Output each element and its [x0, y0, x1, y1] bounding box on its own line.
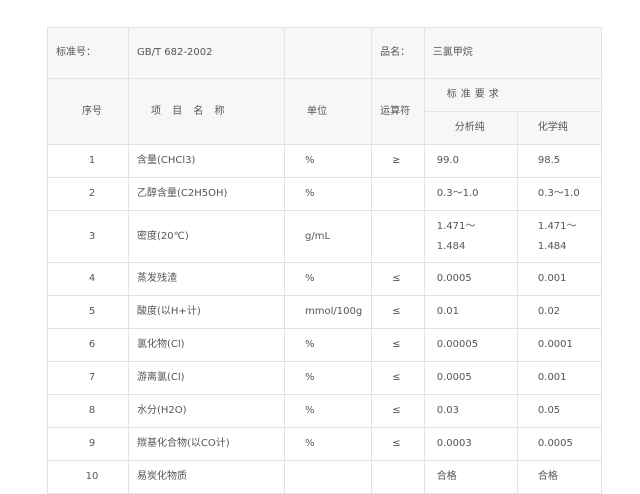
- row-item: 密度(20℃): [128, 210, 285, 263]
- row-ar-value: 0.0005: [423, 262, 518, 296]
- row-operator: ≤: [371, 295, 425, 329]
- table-row: 7 游离氯(Cl) % ≤ 0.0005 0.001: [46, 361, 603, 395]
- spec-table-body: 标准号： GB/T 682-2002 品名： 三氯甲烷 序号 项 目 名 称 单…: [46, 27, 603, 494]
- row-operator: ≤: [371, 328, 425, 362]
- col-no-header: 序号: [46, 78, 130, 145]
- row-item: 氯化物(Cl): [128, 328, 285, 362]
- row-cp-value: 0.0001: [516, 328, 603, 362]
- row-operator: [371, 460, 425, 494]
- row-item: 游离氯(Cl): [128, 361, 285, 395]
- table-row: 1 含量(CHCl3) % ≥ 99.0 98.5: [46, 144, 603, 178]
- row-operator: ≤: [371, 361, 425, 395]
- row-cp-value: 0.0005: [516, 427, 603, 461]
- row-no: 5: [46, 295, 130, 329]
- table-row: 9 羰基化合物(以CO计) % ≤ 0.0003 0.0005: [46, 427, 603, 461]
- table-row: 4 蒸发残渣 % ≤ 0.0005 0.001: [46, 262, 603, 296]
- row-unit: %: [283, 361, 373, 395]
- row-operator: ≤: [371, 394, 425, 428]
- product-name-value: 三氯甲烷: [423, 27, 603, 79]
- row-ar-value: 0.3～1.0: [423, 177, 518, 211]
- row-ar-value: 0.0003: [423, 427, 518, 461]
- row-operator: ≥: [371, 144, 425, 178]
- product-name-label: 品名：: [371, 27, 425, 79]
- row-item: 酸度(以H+计): [128, 295, 285, 329]
- col-requirement-header: 标准要求: [423, 78, 603, 112]
- col-unit-header: 单位: [283, 78, 373, 145]
- row-cp-value: 0.02: [516, 295, 603, 329]
- row-operator: ≤: [371, 427, 425, 461]
- row-operator: [371, 210, 425, 263]
- row-ar-value: 0.03: [423, 394, 518, 428]
- row-item: 乙醇含量(C2H5OH): [128, 177, 285, 211]
- row-unit: %: [283, 177, 373, 211]
- row-no: 10: [46, 460, 130, 494]
- grade-cp-header: 化学纯: [516, 111, 603, 145]
- table-row: 3 密度(20℃) g/mL 1.471～1.484 1.471～1.484: [46, 210, 603, 263]
- row-cp-value: 合格: [516, 460, 603, 494]
- row-cp-value: 98.5: [516, 144, 603, 178]
- row-unit: mmol/100g: [283, 295, 373, 329]
- row-cp-value: 1.471～1.484: [516, 210, 603, 263]
- table-row: 5 酸度(以H+计) mmol/100g ≤ 0.01 0.02: [46, 295, 603, 329]
- row-cp-value: 0.001: [516, 262, 603, 296]
- row-no: 9: [46, 427, 130, 461]
- row-ar-value: 合格: [423, 460, 518, 494]
- row-unit: %: [283, 262, 373, 296]
- row-unit: g/mL: [283, 210, 373, 263]
- standard-number-label: 标准号：: [46, 27, 130, 79]
- row-ar-value: 1.471～1.484: [423, 210, 518, 263]
- row-ar-value: 0.0005: [423, 361, 518, 395]
- row-ar-value: 0.01: [423, 295, 518, 329]
- standard-row: 标准号： GB/T 682-2002 品名： 三氯甲烷: [46, 27, 603, 79]
- row-cp-value: 0.05: [516, 394, 603, 428]
- row-unit: %: [283, 328, 373, 362]
- grade-ar-header: 分析纯: [423, 111, 518, 145]
- row-unit: [283, 460, 373, 494]
- row-item: 水分(H2O): [128, 394, 285, 428]
- row-cp-value: 0.3～1.0: [516, 177, 603, 211]
- row-operator: [371, 177, 425, 211]
- row-no: 8: [46, 394, 130, 428]
- row-operator: ≤: [371, 262, 425, 296]
- table-row: 8 水分(H2O) % ≤ 0.03 0.05: [46, 394, 603, 428]
- table-row: 6 氯化物(Cl) % ≤ 0.00005 0.0001: [46, 328, 603, 362]
- row-ar-value: 0.00005: [423, 328, 518, 362]
- col-operator-header: 运算符: [371, 78, 425, 145]
- row-unit: %: [283, 144, 373, 178]
- row-cp-value: 0.001: [516, 361, 603, 395]
- row-no: 7: [46, 361, 130, 395]
- row-item: 羰基化合物(以CO计): [128, 427, 285, 461]
- blank-cell: [283, 27, 373, 79]
- row-item: 蒸发残渣: [128, 262, 285, 296]
- row-no: 1: [46, 144, 130, 178]
- column-header-row: 序号 项 目 名 称 单位 运算符 标准要求: [46, 78, 603, 145]
- row-no: 3: [46, 210, 130, 263]
- row-item: 含量(CHCl3): [128, 144, 285, 178]
- row-item: 易炭化物质: [128, 460, 285, 494]
- col-item-header: 项 目 名 称: [128, 78, 285, 145]
- row-no: 2: [46, 177, 130, 211]
- standard-number-value: GB/T 682-2002: [128, 27, 285, 79]
- row-unit: %: [283, 394, 373, 428]
- row-ar-value: 99.0: [423, 144, 518, 178]
- spec-table: 标准号： GB/T 682-2002 品名： 三氯甲烷 序号 项 目 名 称 单…: [46, 27, 603, 494]
- row-no: 6: [46, 328, 130, 362]
- table-row: 2 乙醇含量(C2H5OH) % 0.3～1.0 0.3～1.0: [46, 177, 603, 211]
- row-no: 4: [46, 262, 130, 296]
- row-unit: %: [283, 427, 373, 461]
- table-row: 10 易炭化物质 合格 合格: [46, 460, 603, 494]
